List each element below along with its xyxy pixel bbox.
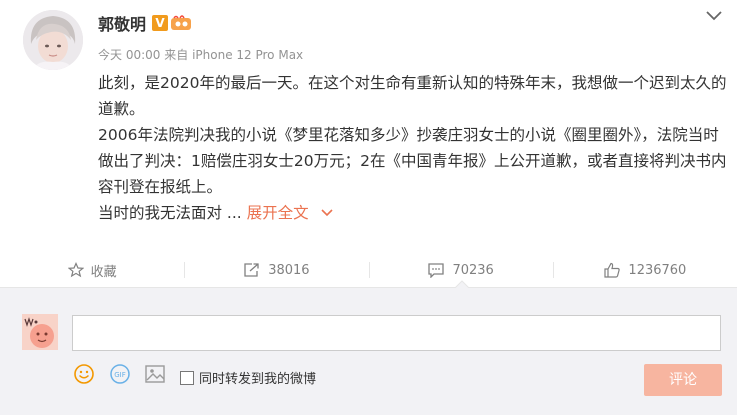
thumbs-up-icon [604, 262, 621, 278]
like-count: 1236760 [628, 262, 687, 278]
comment-icon [428, 263, 445, 278]
comment-input[interactable] [72, 315, 721, 351]
repost-option: 同时转发到我的微博 [180, 368, 316, 387]
image-icon[interactable] [144, 363, 166, 385]
repost-checkbox[interactable] [180, 370, 194, 385]
gif-label: GIF [114, 371, 126, 379]
post-text: 此刻，是2020年的最后一天。在这个对生命有重新认知的特殊年末，我想做一个迟到太… [98, 70, 730, 226]
avatar-cartoon-icon [22, 314, 58, 350]
post-meta: 今天 00:00 来自 iPhone 12 Pro Max [98, 46, 303, 63]
fan-badge-icon[interactable] [170, 15, 192, 31]
expand-full-text-link[interactable]: 展开全文 [247, 204, 334, 222]
author-name[interactable]: 郭敬明 [98, 11, 146, 35]
comment-count: 70236 [452, 262, 494, 278]
star-icon [67, 262, 84, 278]
favorite-label: 收藏 [90, 264, 117, 280]
post-time[interactable]: 今天 00:00 [98, 48, 160, 62]
chevron-down-icon[interactable] [704, 8, 724, 24]
device-source: iPhone 12 Pro Max [192, 48, 304, 62]
expand-label: 展开全文 [246, 204, 309, 222]
current-user-avatar [22, 314, 58, 350]
repost-icon [244, 263, 259, 277]
avatar-photo [23, 10, 83, 70]
truncated-paragraph: 当时的我无法面对 ... 展开全文 [98, 200, 730, 226]
author-row: 郭敬明 V [98, 10, 192, 36]
post-paragraph: 此刻，是2020年的最后一天。在这个对生命有重新认知的特殊年末，我想做一个迟到太… [98, 74, 727, 118]
action-bar: 收藏 38016 70236 1236760 [0, 253, 737, 287]
vip-badge-icon: V [152, 15, 169, 31]
submit-comment-button[interactable]: 评论 [644, 364, 722, 396]
like-button[interactable]: 1236760 [552, 253, 737, 287]
gif-icon[interactable]: GIF [109, 363, 131, 385]
source-prefix: 来自 [164, 48, 189, 62]
author-avatar[interactable] [23, 10, 83, 70]
post-paragraph: 2006年法院判决我的小说《梦里花落知多少》抄袭庄羽女士的小说《圈里圈外》，法院… [98, 126, 727, 196]
comment-panel: GIF 同时转发到我的微博 评论 [0, 280, 737, 415]
repost-button[interactable]: 38016 [184, 253, 368, 287]
repost-count: 38016 [268, 262, 310, 278]
truncated-text: 当时的我无法面对 ... [98, 204, 242, 222]
weibo-post: 郭敬明 V 今天 00:00 来自 iPhone 12 Pro Max 此刻，是… [0, 0, 737, 248]
expand-chevron-icon [321, 209, 333, 217]
emoji-icon[interactable] [73, 363, 95, 385]
favorite-button[interactable]: 收藏 [0, 253, 184, 287]
panel-caret [455, 280, 469, 288]
repost-option-label[interactable]: 同时转发到我的微博 [199, 368, 316, 387]
